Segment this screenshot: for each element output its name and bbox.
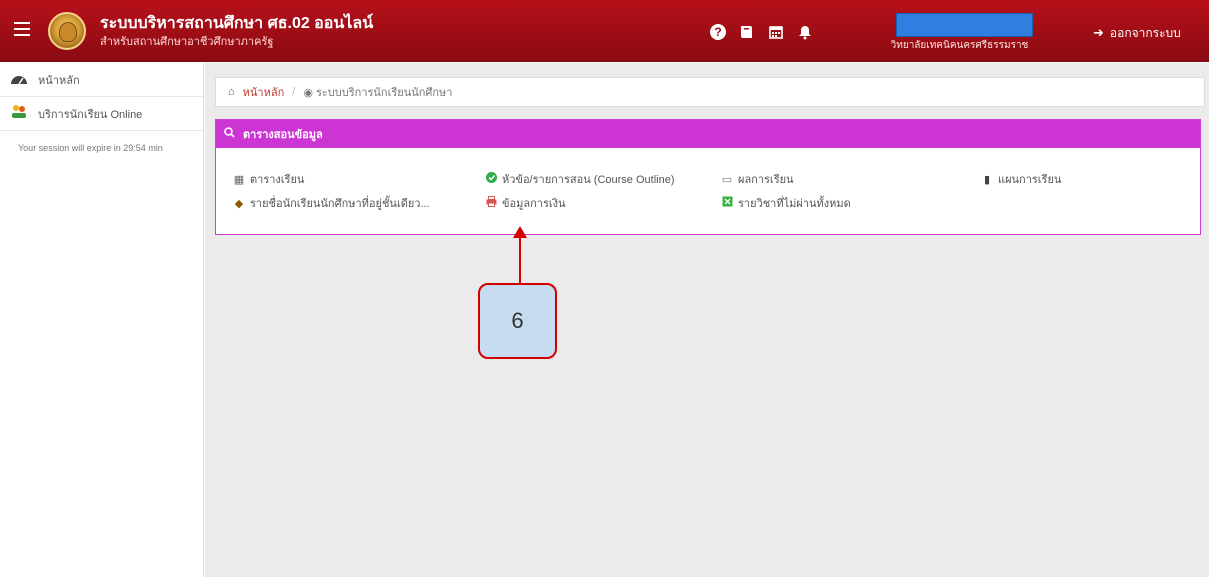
breadcrumb-home-link[interactable]: หน้าหลัก bbox=[243, 83, 285, 101]
annotation-arrow-line bbox=[519, 238, 521, 286]
sidebar-item-label: หน้าหลัก bbox=[38, 74, 80, 87]
help-icon[interactable]: ? bbox=[710, 24, 726, 40]
sidebar: หน้าหลัก บริการนักเรียน Online Your sess… bbox=[0, 63, 204, 577]
link-failed-subjects[interactable]: รายวิชาที่ไม่ผ่านทั้งหมด bbox=[720, 194, 851, 212]
bell-icon[interactable] bbox=[797, 24, 813, 40]
hamburger-menu-icon[interactable] bbox=[14, 22, 30, 36]
school-logo bbox=[48, 12, 86, 50]
excel-file-icon bbox=[720, 196, 734, 210]
link-label: รายชื่อนักเรียนนักศึกษาที่อยู่ชั้นเดียว.… bbox=[250, 198, 430, 210]
link-course-outline[interactable]: หัวข้อ/รายการสอน (Course Outline) bbox=[484, 170, 674, 188]
home-icon[interactable]: ⌂ bbox=[228, 86, 235, 98]
session-expiry-text: Your session will expire in 29:54 min bbox=[18, 143, 163, 153]
main-content: ⌂ หน้าหลัก / ◉ ระบบบริการนักเรียนนักศึกษ… bbox=[205, 63, 1209, 577]
breadcrumb-current: ◉ ระบบบริการนักเรียนนักศึกษา bbox=[303, 83, 452, 101]
calendar-icon[interactable] bbox=[768, 24, 784, 40]
info-panel: ตารางสอนข้อมูล ▦ ตารางเรียน หัวข้อ/รายการ… bbox=[215, 119, 1201, 235]
user-circle-icon: ◉ bbox=[303, 87, 316, 99]
printer-icon bbox=[484, 196, 498, 210]
sign-out-icon: ➜ bbox=[1093, 25, 1104, 40]
logout-button[interactable]: ➜ ออกจากระบบ bbox=[1093, 24, 1181, 43]
link-label: แผนการเรียน bbox=[998, 174, 1062, 186]
link-label: ตารางเรียน bbox=[250, 174, 305, 186]
graduation-cap-icon: ◆ bbox=[234, 198, 244, 210]
link-grades[interactable]: ▭ ผลการเรียน bbox=[720, 170, 794, 188]
sidebar-item-student-services[interactable]: บริการนักเรียน Online bbox=[0, 97, 203, 131]
panel-header: ตารางสอนข้อมูล bbox=[216, 120, 1200, 148]
link-label: หัวข้อ/รายการสอน (Course Outline) bbox=[502, 174, 675, 186]
top-navbar: ระบบบริหารสถานศึกษา ศธ.02 ออนไลน์ สำหรับ… bbox=[0, 0, 1209, 62]
link-label: ข้อมูลการเงิน bbox=[502, 198, 566, 210]
user-name-redacted[interactable] bbox=[896, 13, 1033, 37]
logout-label: ออกจากระบบ bbox=[1109, 26, 1181, 40]
annotation-arrow-head bbox=[513, 226, 527, 238]
breadcrumb-separator: / bbox=[292, 86, 296, 98]
breadcrumb: ⌂ หน้าหลัก / ◉ ระบบบริการนักเรียนนักศึกษ… bbox=[215, 77, 1205, 107]
organization-name: วิทยาลัยเทคนิคนครศรีธรรมราช bbox=[890, 40, 1029, 51]
search-icon bbox=[224, 127, 235, 141]
hand-coins-icon bbox=[10, 104, 32, 123]
check-circle-icon bbox=[484, 172, 498, 186]
link-financial-info[interactable]: ข้อมูลการเงิน bbox=[484, 194, 566, 212]
link-label: ผลการเรียน bbox=[738, 174, 794, 186]
link-study-plan[interactable]: ▮ แผนการเรียน bbox=[980, 170, 1061, 188]
breadcrumb-current-label: ระบบบริการนักเรียนนักศึกษา bbox=[315, 87, 453, 99]
annotation-step-badge: 6 bbox=[478, 283, 557, 359]
link-class-schedule[interactable]: ▦ ตารางเรียน bbox=[232, 170, 305, 188]
folder-icon: ▭ bbox=[721, 174, 733, 186]
sidebar-item-label: บริการนักเรียน Online bbox=[38, 108, 143, 121]
link-label: รายวิชาที่ไม่ผ่านทั้งหมด bbox=[738, 198, 851, 210]
app-subtitle: สำหรับสถานศึกษาอาชีวศึกษาภาครัฐ bbox=[100, 36, 274, 48]
table-icon: ▦ bbox=[233, 174, 245, 186]
panel-title: ตารางสอนข้อมูล bbox=[243, 129, 323, 141]
link-classmates-list[interactable]: ◆ รายชื่อนักเรียนนักศึกษาที่อยู่ชั้นเดียว… bbox=[232, 194, 430, 212]
book-icon[interactable] bbox=[739, 24, 755, 40]
book-icon: ▮ bbox=[983, 174, 991, 186]
sidebar-item-home[interactable]: หน้าหลัก bbox=[0, 63, 203, 97]
dashboard-icon bbox=[10, 72, 32, 88]
